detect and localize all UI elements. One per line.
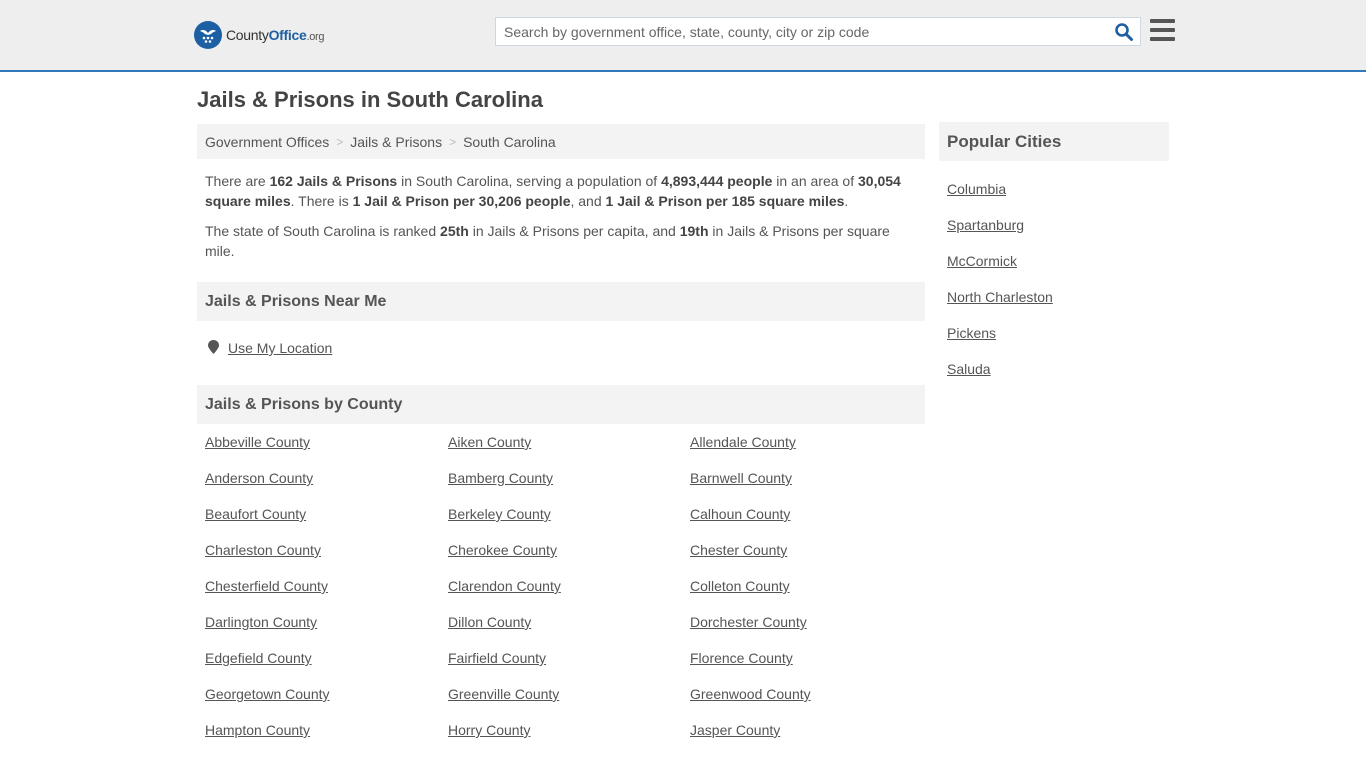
map-pin-icon <box>208 339 219 357</box>
county-link[interactable]: Calhoun County <box>690 496 933 532</box>
main-content: Government Offices > Jails & Prisons > S… <box>197 124 925 748</box>
county-link[interactable]: Darlington County <box>205 604 448 640</box>
county-link[interactable]: Berkeley County <box>448 496 690 532</box>
breadcrumb: Government Offices > Jails & Prisons > S… <box>197 124 925 159</box>
county-link[interactable]: Florence County <box>690 640 933 676</box>
county-link[interactable]: Greenwood County <box>690 676 933 712</box>
county-link[interactable]: Beaufort County <box>205 496 448 532</box>
city-link[interactable]: North Charleston <box>947 279 1161 315</box>
logo-text: CountyOffice.org <box>226 27 325 43</box>
city-link[interactable]: Spartanburg <box>947 207 1161 243</box>
county-list: Abbeville County Aiken County Allendale … <box>197 424 925 748</box>
city-link[interactable]: McCormick <box>947 243 1161 279</box>
eagle-logo-icon <box>194 21 222 49</box>
county-link[interactable]: Colleton County <box>690 568 933 604</box>
county-link[interactable]: Dillon County <box>448 604 690 640</box>
county-link[interactable]: Greenville County <box>448 676 690 712</box>
ranking-paragraph: The state of South Carolina is ranked 25… <box>205 223 890 259</box>
near-me-heading: Jails & Prisons Near Me <box>197 282 925 321</box>
breadcrumb-south-carolina[interactable]: South Carolina <box>463 134 556 150</box>
search-box <box>495 17 1141 46</box>
county-link[interactable]: Chester County <box>690 532 933 568</box>
breadcrumb-separator-icon: > <box>336 134 344 149</box>
use-location-row: Use My Location <box>197 321 925 375</box>
city-link[interactable]: Pickens <box>947 315 1161 351</box>
county-link[interactable]: Clarendon County <box>448 568 690 604</box>
popular-cities-heading: Popular Cities <box>939 122 1169 161</box>
site-logo[interactable]: CountyOffice.org <box>194 20 325 50</box>
breadcrumb-jails-prisons[interactable]: Jails & Prisons <box>350 134 442 150</box>
county-link[interactable]: Bamberg County <box>448 460 690 496</box>
county-link[interactable]: Abbeville County <box>205 424 448 460</box>
county-link[interactable]: Barnwell County <box>690 460 933 496</box>
search-input[interactable] <box>496 18 1106 45</box>
hamburger-menu-icon[interactable] <box>1150 19 1175 41</box>
city-list: Columbia Spartanburg McCormick North Cha… <box>939 161 1169 387</box>
breadcrumb-separator-icon: > <box>449 134 457 149</box>
county-link[interactable]: Cherokee County <box>448 532 690 568</box>
county-link[interactable]: Chesterfield County <box>205 568 448 604</box>
popular-cities-sidebar: Popular Cities Columbia Spartanburg McCo… <box>939 122 1169 387</box>
search-icon[interactable] <box>1114 22 1134 42</box>
city-link[interactable]: Columbia <box>947 171 1161 207</box>
city-link[interactable]: Saluda <box>947 351 1161 387</box>
page-title: Jails & Prisons in South Carolina <box>197 87 543 112</box>
county-link[interactable]: Fairfield County <box>448 640 690 676</box>
county-link[interactable]: Charleston County <box>205 532 448 568</box>
site-header: CountyOffice.org <box>0 0 1366 72</box>
county-link[interactable]: Aiken County <box>448 424 690 460</box>
county-link[interactable]: Hampton County <box>205 712 448 748</box>
by-county-heading: Jails & Prisons by County <box>197 385 925 424</box>
summary-paragraph: There are 162 Jails & Prisons in South C… <box>205 173 901 209</box>
use-my-location-link[interactable]: Use My Location <box>228 340 332 356</box>
county-link[interactable]: Edgefield County <box>205 640 448 676</box>
breadcrumb-government-offices[interactable]: Government Offices <box>205 134 329 150</box>
county-link[interactable]: Allendale County <box>690 424 933 460</box>
intro-text: There are 162 Jails & Prisons in South C… <box>197 159 925 261</box>
county-link[interactable]: Horry County <box>448 712 690 748</box>
county-link[interactable]: Jasper County <box>690 712 933 748</box>
county-link[interactable]: Georgetown County <box>205 676 448 712</box>
county-link[interactable]: Anderson County <box>205 460 448 496</box>
county-link[interactable]: Dorchester County <box>690 604 933 640</box>
